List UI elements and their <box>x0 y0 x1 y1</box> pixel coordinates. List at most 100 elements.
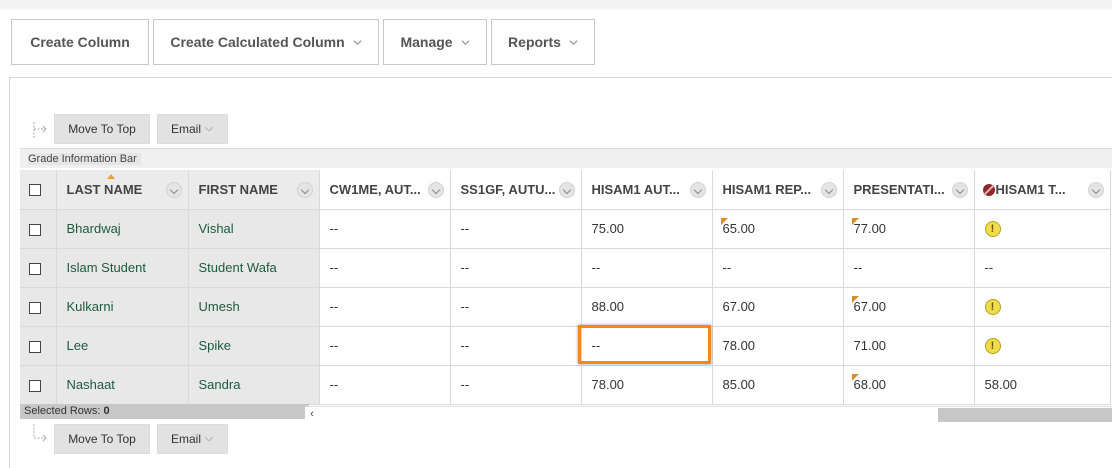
column-header-hisam1-t[interactable]: HISAM1 T... <box>974 170 1111 210</box>
email-button-bottom[interactable]: Email <box>157 424 228 454</box>
grade-cell[interactable]: -- <box>450 209 582 249</box>
move-to-top-button-bottom[interactable]: Move To Top <box>54 424 150 454</box>
column-menu-icon[interactable] <box>820 182 837 198</box>
column-menu-icon[interactable] <box>1087 182 1104 198</box>
column-header-hisam1-aut[interactable]: HISAM1 AUT... <box>581 170 713 210</box>
grade-cell[interactable]: -- <box>319 287 451 327</box>
grade-cell[interactable]: 78.00 <box>581 365 713 405</box>
column-header-first-name[interactable]: FIRST NAME <box>188 170 320 210</box>
row-checkbox-cell <box>20 248 57 288</box>
column-menu-icon[interactable] <box>558 182 575 198</box>
chevron-down-icon <box>204 126 214 132</box>
email-button[interactable]: Email <box>157 114 228 144</box>
grade-cell[interactable]: ! <box>974 326 1111 366</box>
grade-cell[interactable]: -- <box>319 209 451 249</box>
last-name-cell[interactable]: Lee <box>56 326 189 366</box>
column-header-label: SS1GF, AUTU... <box>460 181 556 197</box>
last-name-cell[interactable]: Islam Student <box>56 248 189 288</box>
create-column-button[interactable]: Create Column <box>11 19 149 65</box>
grade-cell[interactable]: -- <box>974 248 1111 288</box>
create-calculated-column-button[interactable]: Create Calculated Column <box>153 19 379 65</box>
row-checkbox[interactable] <box>29 262 41 275</box>
grade-cell[interactable]: 88.00 <box>581 287 713 327</box>
grade-cell[interactable]: -- <box>450 287 582 327</box>
top-toolbar: Create Column Create Calculated Column M… <box>0 0 1112 65</box>
grade-cell[interactable]: -- <box>450 248 582 288</box>
grade-cell[interactable]: ! <box>974 287 1111 327</box>
grade-cell[interactable]: 78.00 <box>712 326 844 366</box>
first-name-cell[interactable]: Sandra <box>188 365 320 405</box>
grade-cell[interactable]: -- <box>712 248 844 288</box>
create-column-label: Create Column <box>30 34 130 50</box>
grade-table: LAST NAME FIRST NAME CW1ME, AUT... SS1GF… <box>20 170 1111 405</box>
grade-information-bar-label: Grade Information Bar <box>28 153 141 165</box>
grade-cell-highlighted[interactable]: -- <box>581 326 713 366</box>
row-checkbox-cell <box>20 287 57 327</box>
column-header-ss1gf[interactable]: SS1GF, AUTU... <box>450 170 582 210</box>
grade-cell[interactable]: -- <box>319 248 451 288</box>
grade-cell[interactable]: 58.00 <box>974 365 1111 405</box>
move-to-top-button[interactable]: Move To Top <box>54 114 150 144</box>
manage-button[interactable]: Manage <box>383 19 487 65</box>
grade-cell[interactable]: -- <box>581 248 713 288</box>
first-name-cell[interactable]: Umesh <box>188 287 320 327</box>
move-to-top-label: Move To Top <box>68 432 136 446</box>
selection-arrow-icon <box>33 424 47 442</box>
first-name-cell[interactable]: Vishal <box>188 209 320 249</box>
manage-label: Manage <box>400 34 453 50</box>
last-name-cell[interactable]: Nashaat <box>56 365 189 405</box>
table-row: Lee Spike -- -- -- 78.00 71.00 ! <box>20 326 1111 366</box>
column-menu-icon[interactable] <box>296 182 313 198</box>
column-menu-icon[interactable] <box>165 182 182 198</box>
first-name-cell[interactable]: Spike <box>188 326 320 366</box>
grade-cell[interactable]: -- <box>450 365 582 405</box>
grade-cell[interactable]: 68.00 <box>843 365 975 405</box>
reports-button[interactable]: Reports <box>491 19 595 65</box>
grade-cell[interactable]: 65.00 <box>712 209 844 249</box>
column-header-label: HISAM1 T... <box>995 181 1066 197</box>
grade-cell[interactable]: -- <box>319 365 451 405</box>
column-header-last-name[interactable]: LAST NAME <box>56 170 189 210</box>
scrollbar-thumb[interactable] <box>938 408 1112 422</box>
last-name-cell[interactable]: Kulkarni <box>56 287 189 327</box>
column-menu-icon[interactable] <box>689 182 706 198</box>
table-header-row: LAST NAME FIRST NAME CW1ME, AUT... SS1GF… <box>20 170 1111 210</box>
last-name-cell[interactable]: Bhardwaj <box>56 209 189 249</box>
grade-cell[interactable]: 67.00 <box>843 287 975 327</box>
grade-information-bar[interactable]: Grade Information Bar <box>20 148 1112 168</box>
column-header-hisam1-rep[interactable]: HISAM1 REP... <box>712 170 844 210</box>
row-checkbox[interactable] <box>29 379 41 392</box>
chevron-down-icon <box>353 39 362 45</box>
grade-cell[interactable]: -- <box>319 326 451 366</box>
grade-override-flag: 67.00 <box>853 299 887 314</box>
table-row: Kulkarni Umesh -- -- 88.00 67.00 67.00 ! <box>20 287 1111 327</box>
scroll-left-arrow-icon[interactable]: ‹ <box>305 407 319 422</box>
grade-cell[interactable]: -- <box>450 326 582 366</box>
grade-cell[interactable]: 75.00 <box>581 209 713 249</box>
row-checkbox[interactable] <box>29 223 41 236</box>
email-label: Email <box>170 432 201 446</box>
chevron-down-icon <box>569 39 578 45</box>
grade-cell[interactable]: 67.00 <box>712 287 844 327</box>
column-header-label: LAST NAME <box>66 181 143 197</box>
column-header-presentation[interactable]: PRESENTATI... <box>843 170 975 210</box>
sort-ascending-icon <box>106 174 115 179</box>
select-all-checkbox-cell <box>20 170 57 210</box>
column-header-label: CW1ME, AUT... <box>329 181 421 197</box>
grade-override-flag: 77.00 <box>853 221 887 236</box>
row-checkbox[interactable] <box>29 340 41 353</box>
grade-cell[interactable]: 71.00 <box>843 326 975 366</box>
grade-cell[interactable]: 77.00 <box>843 209 975 249</box>
table-row: Bhardwaj Vishal -- -- 75.00 65.00 77.00 … <box>20 209 1111 249</box>
grade-cell[interactable]: 85.00 <box>712 365 844 405</box>
needs-grading-icon: ! <box>984 298 1001 315</box>
first-name-cell[interactable]: Student Wafa <box>188 248 320 288</box>
column-menu-icon[interactable] <box>951 182 968 198</box>
grade-cell[interactable]: ! <box>974 209 1111 249</box>
column-header-cw1me[interactable]: CW1ME, AUT... <box>319 170 451 210</box>
column-menu-icon[interactable] <box>427 182 444 198</box>
grade-cell[interactable]: -- <box>843 248 975 288</box>
horizontal-scrollbar[interactable]: ‹ <box>305 406 1112 422</box>
select-all-checkbox[interactable] <box>29 184 41 197</box>
row-checkbox[interactable] <box>29 301 41 314</box>
